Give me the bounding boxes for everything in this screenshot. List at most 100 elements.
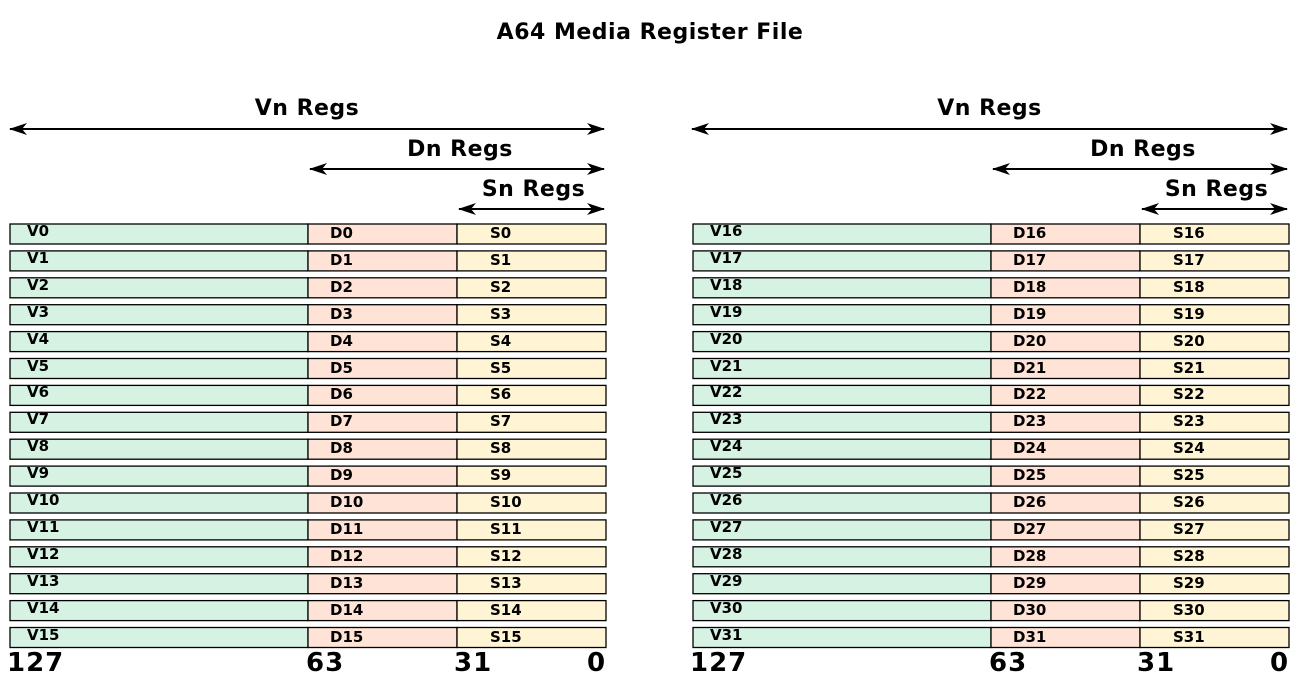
d-register-label: D5	[330, 358, 353, 377]
s-register-label: S14	[490, 600, 522, 619]
s-register-cell	[456, 438, 607, 460]
s-register-label: S31	[1173, 627, 1205, 646]
s-register-label: S25	[1173, 466, 1205, 485]
v-register-label: V18	[710, 275, 743, 294]
s-register-cell	[456, 277, 607, 299]
s-register-cell	[1139, 546, 1290, 568]
s-register-label: S5	[490, 358, 512, 377]
v-register-cell	[9, 465, 309, 487]
v-register-label: V24	[710, 437, 743, 456]
d-register-label: D15	[330, 627, 364, 646]
s-register-label: S28	[1173, 546, 1205, 565]
s-register-cell	[456, 250, 607, 272]
d-register-label: D24	[1013, 439, 1047, 458]
d-register-label: D29	[1013, 573, 1047, 592]
v-register-label: V23	[710, 410, 743, 429]
s-register-label: S3	[490, 304, 512, 323]
v-register-cell	[9, 277, 309, 299]
v-register-label: V5	[27, 356, 50, 375]
vn-regs-label: Vn Regs	[937, 96, 1042, 121]
d-register-label: D10	[330, 493, 364, 511]
v-register-label: V27	[710, 517, 743, 536]
v-register-label: V20	[710, 329, 743, 348]
v-register-label: V31	[710, 625, 743, 644]
s-register-label: S4	[490, 331, 512, 350]
d-register-label: D2	[330, 277, 353, 296]
d-register-label: D17	[1013, 250, 1047, 269]
s-register-label: S8	[490, 439, 512, 458]
s-register-label: S12	[490, 546, 522, 565]
v-register-label: V30	[710, 598, 743, 617]
d-register-label: D16	[1013, 224, 1047, 242]
s-register-label: S21	[1173, 358, 1205, 377]
v-register-label: V2	[27, 275, 50, 294]
v-register-label: V4	[27, 329, 50, 348]
d-register-label: D21	[1013, 358, 1047, 377]
d-register-label: D3	[330, 304, 353, 323]
s-register-label: S10	[490, 493, 522, 511]
s-register-cell	[456, 465, 607, 487]
s-register-cell	[456, 626, 607, 649]
s-register-cell	[456, 599, 607, 622]
s-register-cell	[456, 384, 607, 407]
s-register-label: S6	[490, 385, 512, 404]
d-register-label: D31	[1013, 627, 1047, 646]
s-register-label: S9	[490, 466, 512, 485]
s-register-cell	[1139, 384, 1290, 407]
bit-index-label: 127	[690, 648, 748, 678]
s-register-cell	[1139, 519, 1290, 541]
s-register-cell	[1139, 223, 1290, 245]
bit-index-label: 63	[989, 648, 1028, 678]
s-register-label: S23	[1173, 412, 1205, 431]
s-register-label: S18	[1173, 277, 1205, 296]
s-register-cell	[1139, 438, 1290, 460]
v-register-label: V8	[27, 437, 50, 456]
d-register-label: D9	[330, 466, 353, 485]
bit-index-label: 0	[587, 648, 607, 678]
s-register-cell	[456, 357, 607, 380]
v-register-label: V7	[27, 410, 50, 429]
s-register-cell	[1139, 573, 1290, 595]
d-register-label: D19	[1013, 304, 1047, 323]
v-register-label: V22	[710, 383, 743, 402]
s-register-label: S22	[1173, 385, 1205, 404]
sn-regs-label: Sn Regs	[481, 177, 586, 202]
s-register-cell	[456, 519, 607, 541]
s-register-cell	[1139, 411, 1290, 433]
s-register-label: S26	[1173, 493, 1205, 511]
s-register-label: S20	[1173, 331, 1205, 350]
s-register-label: S11	[490, 519, 522, 538]
s-register-label: S27	[1173, 519, 1205, 538]
dn-regs-label: Dn Regs	[407, 137, 513, 162]
s-register-cell	[456, 304, 607, 326]
d-register-label: D12	[330, 546, 364, 565]
d-register-label: D7	[330, 412, 353, 431]
v-register-label: V12	[27, 544, 60, 563]
d-register-label: D11	[330, 519, 364, 538]
d-register-label: D22	[1013, 385, 1047, 404]
s-register-cell	[1139, 277, 1290, 299]
v-register-label: V29	[710, 571, 743, 590]
s-register-cell	[1139, 492, 1290, 514]
s-register-cell	[1139, 357, 1290, 380]
v-register-cell	[9, 357, 309, 380]
s-register-cell	[1139, 250, 1290, 272]
s-register-cell	[456, 411, 607, 433]
v-register-label: V26	[710, 491, 743, 509]
d-register-label: D28	[1013, 546, 1047, 565]
bit-index-label: 31	[1137, 648, 1176, 678]
v-register-label: V6	[27, 383, 50, 402]
s-register-cell	[456, 330, 607, 353]
d-register-label: D13	[330, 573, 364, 592]
s-register-cell	[456, 546, 607, 568]
dn-regs-label: Dn Regs	[1090, 137, 1196, 162]
v-register-label: V25	[710, 464, 743, 483]
s-register-cell	[1139, 465, 1290, 487]
d-register-label: D0	[330, 224, 353, 242]
v-register-label: V11	[27, 517, 60, 536]
bit-index-label: 31	[454, 648, 493, 678]
bit-index-label: 0	[1270, 648, 1290, 678]
v-register-cell	[9, 438, 309, 460]
bit-index-label: 127	[7, 648, 65, 678]
d-register-label: D27	[1013, 519, 1047, 538]
